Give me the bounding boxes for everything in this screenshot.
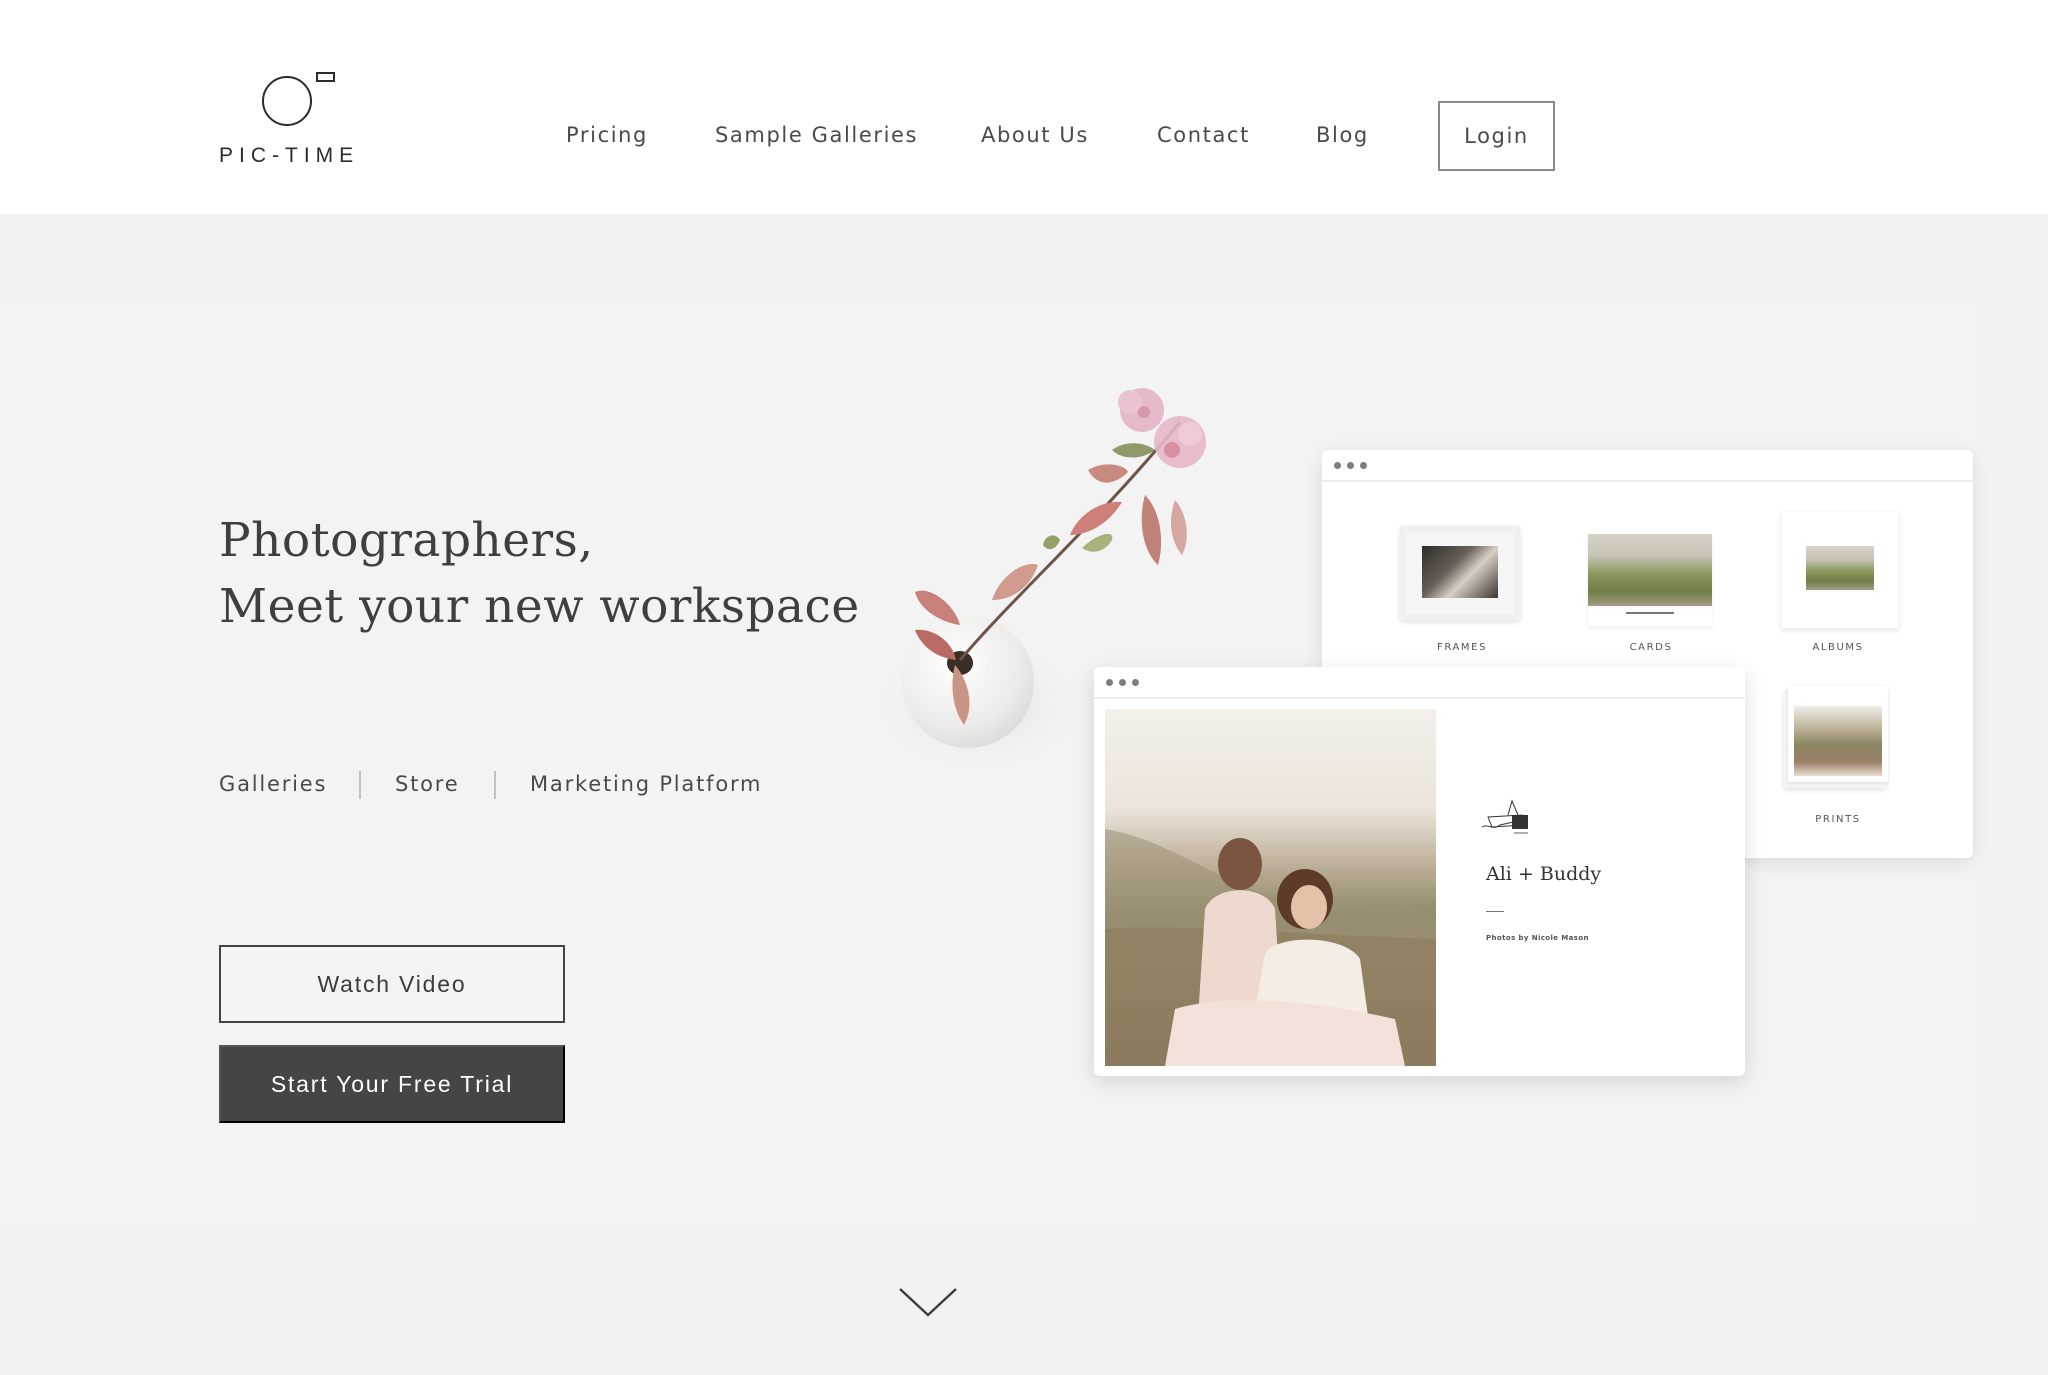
- frames-label: FRAMES: [1436, 642, 1488, 653]
- link-galleries[interactable]: Galleries: [219, 766, 327, 802]
- link-store[interactable]: Store: [395, 766, 460, 802]
- site-header: PIC-TIME Pricing Sample Galleries About …: [0, 0, 2048, 214]
- window-titlebar: [1094, 667, 1745, 699]
- logo-viewfinder-icon: [316, 72, 335, 82]
- nav-about-us[interactable]: About Us: [981, 118, 1089, 152]
- divider: [494, 771, 496, 799]
- cards-label: CARDS: [1629, 642, 1673, 653]
- card-caption: [1626, 612, 1674, 614]
- prints-photo: [1794, 706, 1882, 776]
- window-titlebar: [1322, 450, 1973, 482]
- gallery-window-mockup: Ali + Buddy Photos by Nicole Mason: [1094, 667, 1745, 1076]
- couple-photo-illustration: [1105, 829, 1436, 1066]
- watch-video-button[interactable]: Watch Video: [219, 945, 565, 1023]
- logo-wordmark: PIC-TIME: [219, 144, 360, 167]
- nav-contact[interactable]: Contact: [1157, 118, 1250, 152]
- chevron-down-icon[interactable]: [898, 1285, 958, 1321]
- photographer-logo-icon: [1481, 799, 1528, 834]
- frame-product[interactable]: [1400, 526, 1520, 620]
- card-product[interactable]: [1588, 534, 1712, 626]
- albums-label: ALBUMS: [1812, 642, 1864, 653]
- headline-line-2: Meet your new workspace: [219, 579, 860, 634]
- login-button[interactable]: Login: [1438, 101, 1555, 171]
- frame-photo: [1422, 546, 1498, 598]
- start-free-trial-button[interactable]: Start Your Free Trial: [219, 1045, 565, 1123]
- pic-time-logo[interactable]: PIC-TIME: [218, 68, 368, 178]
- card-photo: [1588, 534, 1712, 606]
- divider: [359, 771, 361, 799]
- gallery-title: Ali + Buddy: [1486, 863, 1602, 885]
- window-dots-icon: [1106, 679, 1139, 686]
- album-product[interactable]: [1782, 512, 1898, 628]
- title-divider: [1486, 911, 1504, 912]
- gallery-cover-photo: [1105, 709, 1436, 1066]
- hero-headline: Photographers, Meet your new workspace: [219, 508, 860, 640]
- window-dots-icon: [1334, 462, 1367, 469]
- headline-line-1: Photographers,: [219, 513, 594, 568]
- logo-circle-icon: [262, 76, 312, 126]
- album-photo: [1806, 546, 1874, 590]
- link-marketing-platform[interactable]: Marketing Platform: [530, 766, 762, 802]
- nav-sample-galleries[interactable]: Sample Galleries: [715, 118, 918, 152]
- gallery-credit: Photos by Nicole Mason: [1486, 934, 1589, 942]
- nav-blog[interactable]: Blog: [1316, 118, 1369, 152]
- prints-product[interactable]: [1788, 686, 1888, 782]
- prints-label: PRINTS: [1815, 814, 1861, 825]
- nav-pricing[interactable]: Pricing: [566, 118, 648, 152]
